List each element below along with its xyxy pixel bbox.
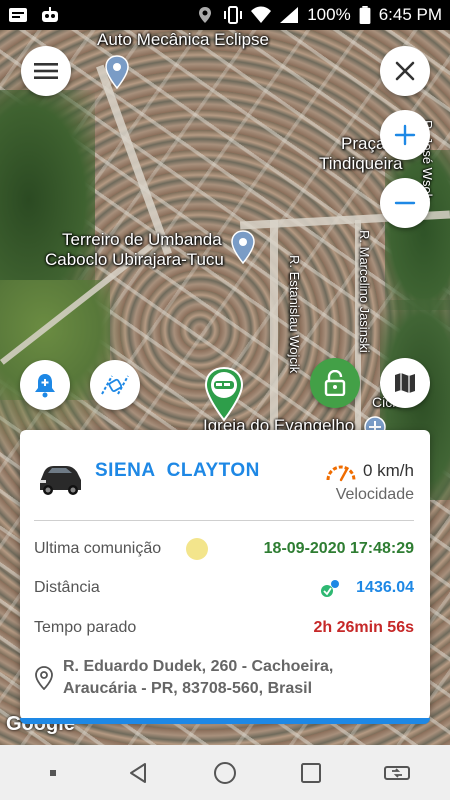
map-type-button[interactable] — [380, 358, 430, 408]
route-car-icon — [101, 375, 129, 395]
map-label-tindiqueira: Tindiqueira — [319, 154, 403, 173]
bell-icon — [35, 374, 55, 398]
stopped-time-label: Tempo parado — [34, 619, 137, 636]
place-pin-icon[interactable] — [104, 55, 130, 89]
map-label-auto-mecanica: Auto Mecânica Eclipse — [97, 30, 269, 49]
distance-label: Distância — [34, 579, 100, 596]
alert-button[interactable] — [20, 360, 70, 410]
map-label-terreiro: Terreiro de Umbanda — [62, 230, 222, 249]
speed-display: 0 km/h — [325, 460, 414, 482]
map-label-praca: Praça — [341, 134, 386, 153]
vehicle-name: SIENA CLAYTON — [95, 460, 260, 481]
route-button[interactable] — [90, 360, 140, 410]
location-icon — [199, 7, 212, 23]
map-forest — [385, 150, 450, 310]
plus-icon — [394, 124, 416, 146]
battery-percent: 100% — [307, 5, 351, 24]
battery-icon — [359, 6, 371, 24]
speed-value: 0 km/h — [362, 461, 414, 480]
comm-status-icon — [186, 538, 208, 560]
close-button[interactable] — [380, 46, 430, 96]
close-icon — [395, 61, 415, 81]
nav-back-button[interactable] — [119, 753, 159, 793]
last-comm-value: 18-09-2020 17:48:29 — [263, 540, 414, 557]
vibrate-icon — [224, 6, 243, 24]
zoom-out-button[interactable] — [380, 178, 430, 228]
map-icon — [395, 373, 415, 393]
map-forest — [0, 90, 95, 310]
nav-recents-button[interactable] — [291, 753, 331, 793]
stopped-time-value: 2h 26min 56s — [313, 619, 415, 636]
back-icon — [130, 762, 146, 783]
menu-button[interactable] — [21, 46, 71, 96]
card-accent-bar — [20, 718, 430, 724]
lock-icon — [324, 370, 346, 396]
minus-icon — [394, 201, 416, 205]
system-nav-bar — [0, 745, 450, 800]
lock-button[interactable] — [310, 358, 360, 408]
status-bar: 100% 6:45 PM — [0, 0, 450, 30]
vehicle-info-card[interactable]: SIENA CLAYTON 0 km/h Velocidade Ultima c… — [20, 430, 430, 720]
map-road — [96, 64, 172, 256]
recents-icon — [301, 762, 321, 783]
speed-label: Velocidade — [335, 486, 414, 503]
speedometer-icon — [326, 465, 356, 482]
map-label-caboclo: Caboclo Ubirajara-Tucu — [45, 250, 224, 269]
distance-icon — [321, 580, 339, 597]
map-label-marcelino: R. Marcelino Jasinski — [357, 230, 372, 353]
nav-switch-button[interactable] — [377, 753, 417, 793]
switch-app-icon — [384, 765, 410, 780]
clock: 6:45 PM — [378, 5, 442, 24]
vehicle-marker-icon[interactable] — [203, 366, 245, 422]
home-icon — [214, 761, 236, 784]
vehicle-address: R. Eduardo Dudek, 260 - Cachoeira, Arauc… — [63, 658, 334, 697]
nav-home-button[interactable] — [205, 753, 245, 793]
location-pin-icon — [35, 666, 53, 690]
robot-icon — [42, 7, 58, 22]
place-pin-icon[interactable] — [230, 230, 256, 264]
last-comm-label: Ultima comunição — [34, 540, 162, 557]
car-icon — [40, 466, 81, 495]
dot-icon — [50, 769, 56, 776]
divider — [34, 520, 414, 521]
distance-value: 1436.04 — [356, 579, 414, 596]
nav-dot-button[interactable] — [33, 753, 73, 793]
zoom-in-button[interactable] — [380, 110, 430, 160]
wifi-icon — [251, 6, 272, 23]
signal-icon — [280, 7, 299, 23]
map-label-estanislau: R. Estanislau Wojcik — [287, 255, 302, 374]
notification-icon — [9, 8, 27, 22]
menu-icon — [34, 63, 58, 79]
